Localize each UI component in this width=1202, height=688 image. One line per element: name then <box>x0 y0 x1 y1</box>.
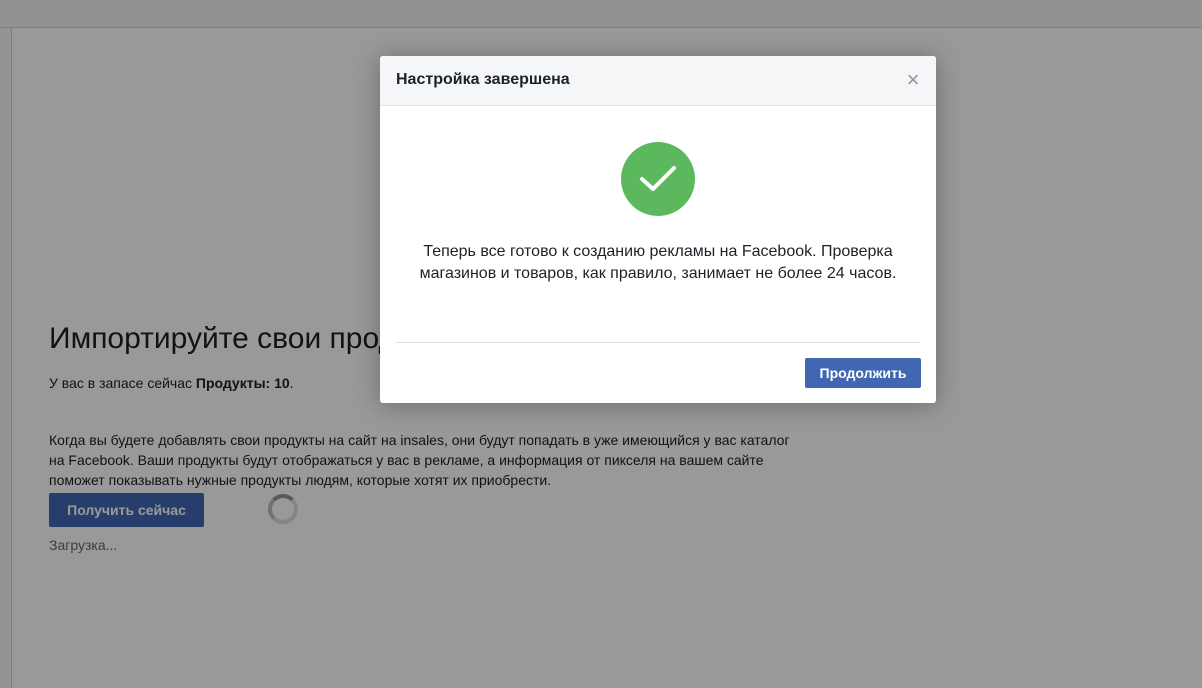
setup-complete-dialog: Настройка завершена × Теперь все готово … <box>380 56 936 403</box>
dialog-divider <box>396 342 920 343</box>
dialog-title: Настройка завершена <box>396 71 570 88</box>
dialog-message: Теперь все готово к созданию рекламы на … <box>419 243 897 282</box>
close-icon[interactable]: × <box>904 69 922 91</box>
continue-button[interactable]: Продолжить <box>805 358 921 388</box>
success-check-icon <box>621 142 695 216</box>
check-icon <box>640 166 676 191</box>
dialog-header: Настройка завершена × <box>380 56 936 106</box>
